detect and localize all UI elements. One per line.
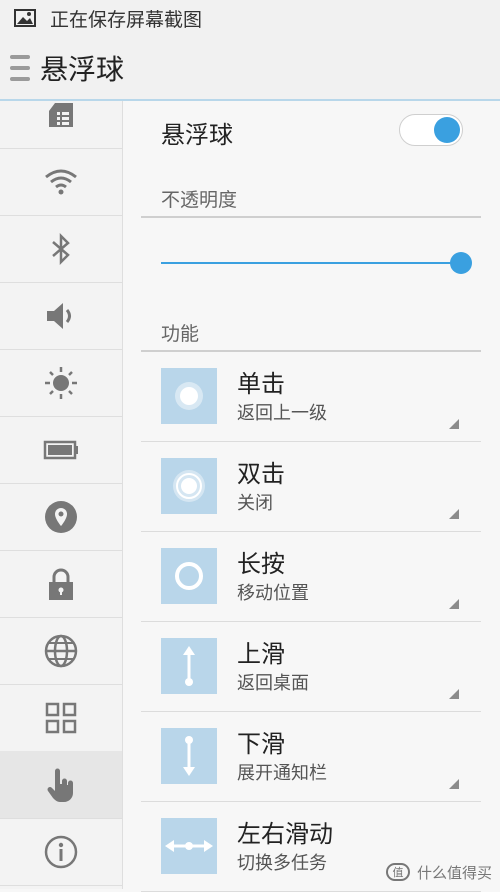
function-value: 关闭	[237, 493, 273, 514]
sidebar-item-bluetooth[interactable]	[0, 215, 122, 283]
function-item-single-tap[interactable]: 单击 返回上一级	[141, 352, 481, 442]
status-bar: 正在保存屏幕截图	[0, 0, 500, 36]
sidebar-item-sim[interactable]	[0, 101, 122, 149]
sidebar-item-brightness[interactable]	[0, 349, 122, 417]
globe-icon	[44, 634, 78, 667]
opacity-divider	[141, 216, 481, 218]
function-value: 展开通知栏	[237, 763, 327, 784]
function-value: 切换多任务	[237, 853, 327, 874]
sim-card-icon	[49, 102, 73, 127]
sidebar-item-gesture[interactable]	[0, 751, 122, 819]
swipe-up-icon	[161, 638, 217, 694]
function-name: 单击	[237, 370, 285, 398]
dropdown-caret-icon	[449, 689, 459, 699]
dropdown-caret-icon	[449, 419, 459, 429]
speaker-icon	[47, 302, 71, 329]
opacity-slider-track[interactable]	[161, 262, 461, 264]
function-item-swipe-down[interactable]: 下滑 展开通知栏	[141, 712, 481, 802]
function-value: 返回上一级	[237, 403, 327, 424]
function-name: 左右滑动	[237, 820, 333, 848]
function-item-swipe-up[interactable]: 上滑 返回桌面	[141, 622, 481, 712]
info-icon	[44, 835, 78, 868]
swipe-down-icon	[161, 728, 217, 784]
sidebar-item-about[interactable]	[0, 818, 122, 886]
menu-handle-icon[interactable]	[10, 55, 30, 81]
floating-ball-toggle[interactable]	[399, 114, 463, 146]
function-section-title: 功能	[161, 323, 200, 345]
function-name: 长按	[237, 550, 285, 578]
settings-sidebar	[0, 101, 123, 889]
long-press-icon	[161, 548, 217, 604]
sidebar-item-battery[interactable]	[0, 416, 122, 484]
wifi-icon	[45, 169, 77, 194]
watermark-logo-icon: 值	[385, 863, 410, 881]
grid-icon	[45, 702, 77, 733]
swipe-horizontal-icon	[161, 818, 217, 874]
opacity-section-title: 不透明度	[161, 189, 238, 211]
sidebar-item-language[interactable]	[0, 617, 122, 685]
opacity-slider-thumb[interactable]	[450, 252, 472, 274]
battery-icon	[43, 440, 78, 459]
function-value: 返回桌面	[237, 673, 309, 694]
function-item-double-tap[interactable]: 双击 关闭	[141, 442, 481, 532]
floating-ball-settings: 悬浮球 不透明度 功能 单击 返回上一级 双击 关闭 长按 移动位置 上滑 返回…	[123, 101, 500, 892]
function-name: 双击	[237, 460, 285, 488]
double-tap-icon	[161, 458, 217, 514]
sidebar-item-wifi[interactable]	[0, 148, 122, 216]
function-name: 上滑	[237, 640, 285, 668]
sidebar-item-apps[interactable]	[0, 684, 122, 752]
image-icon	[14, 9, 36, 27]
dropdown-caret-icon	[449, 509, 459, 519]
location-pin-icon	[45, 500, 77, 533]
dropdown-caret-icon	[449, 599, 459, 609]
sidebar-item-security[interactable]	[0, 550, 122, 618]
single-tap-icon	[161, 368, 217, 424]
sun-icon	[45, 366, 77, 399]
svg-text:值: 值	[392, 866, 403, 879]
function-name: 下滑	[237, 730, 285, 758]
status-text: 正在保存屏幕截图	[50, 8, 203, 31]
bluetooth-icon	[52, 232, 70, 265]
watermark-text: 什么值得买	[416, 863, 492, 882]
lock-icon	[49, 568, 73, 600]
floating-ball-label: 悬浮球	[161, 121, 233, 149]
sidebar-item-sound[interactable]	[0, 282, 122, 350]
function-value: 移动位置	[237, 583, 309, 604]
toggle-knob	[434, 117, 460, 143]
page-title: 悬浮球	[40, 53, 125, 86]
hand-pointer-icon	[47, 768, 73, 802]
sidebar-item-location[interactable]	[0, 483, 122, 551]
function-item-long-press[interactable]: 长按 移动位置	[141, 532, 481, 622]
watermark: 值 什么值得买	[385, 861, 492, 883]
dropdown-caret-icon	[449, 779, 459, 789]
title-bar: 悬浮球	[0, 36, 500, 100]
